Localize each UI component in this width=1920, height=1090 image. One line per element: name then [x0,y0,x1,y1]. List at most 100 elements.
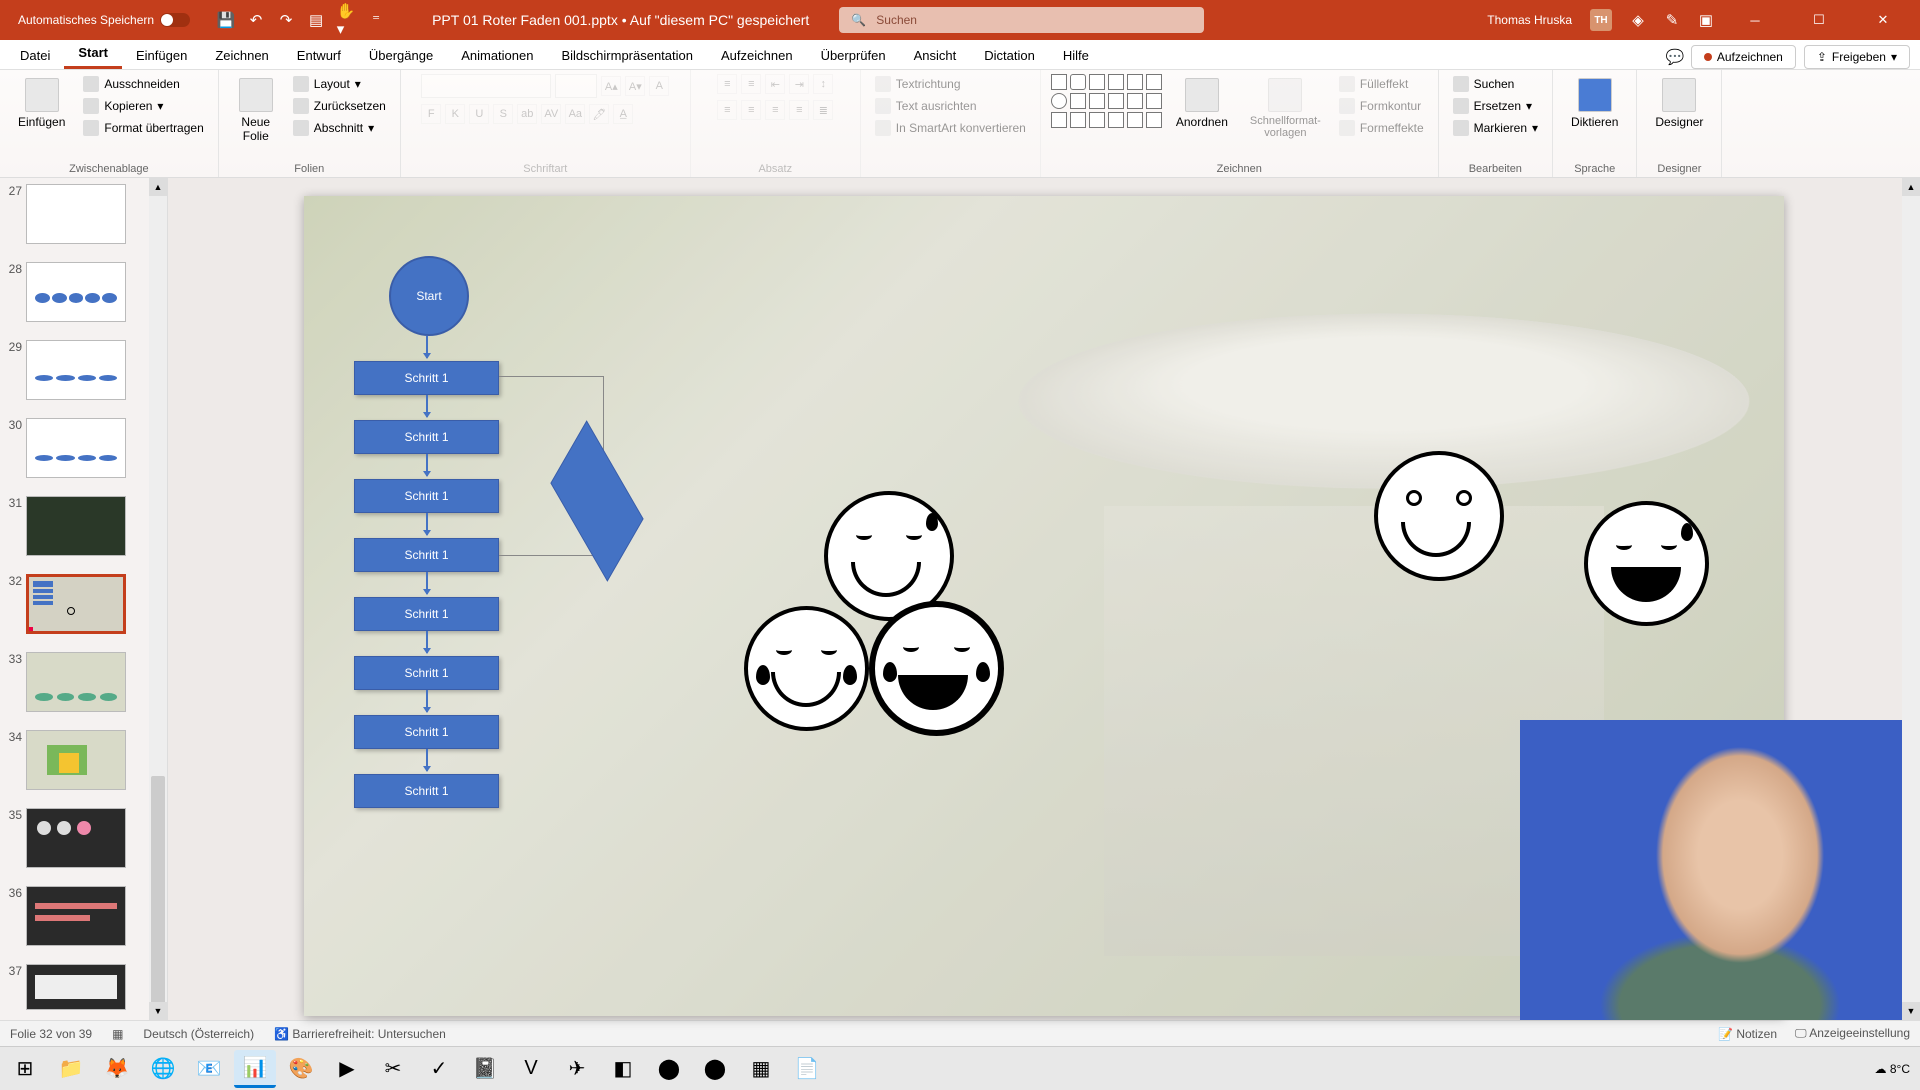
thumb-31[interactable] [26,496,126,556]
shape-textbox[interactable] [1089,74,1105,90]
display-settings-button[interactable]: 🖵 Anzeigeeinstellung [1795,1026,1910,1041]
language-indicator[interactable]: Deutsch (Österreich) [143,1027,254,1041]
select-button[interactable]: Markieren▾ [1449,118,1542,138]
thumb-36[interactable] [26,886,126,946]
aufzeichnen-button[interactable]: Aufzeichnen [1691,45,1796,69]
font-color-button[interactable]: A̲ [613,104,633,124]
user-name[interactable]: Thomas Hruska [1487,13,1572,27]
telegram-icon[interactable]: ✈ [556,1050,598,1088]
tab-animationen[interactable]: Animationen [447,42,547,69]
pen-icon[interactable]: ✎ [1664,12,1680,28]
numbering-button[interactable]: ≡ [741,74,761,94]
thumb-27[interactable] [26,184,126,244]
designer-button[interactable]: Designer [1647,74,1711,133]
touch-icon[interactable]: ✋▾ [338,12,354,28]
shape-brace2[interactable] [1127,112,1143,128]
step-4[interactable]: Schritt 1 [354,538,499,572]
italic-button[interactable]: K [445,104,465,124]
shape-more2[interactable] [1146,112,1162,128]
highlight-button[interactable]: 🖊 [589,104,609,124]
tab-dictation[interactable]: Dictation [970,42,1049,69]
connector-1[interactable] [426,336,428,358]
snipping-icon[interactable]: ✂ [372,1050,414,1088]
maximize-button[interactable]: ☐ [1796,0,1842,40]
connector-4[interactable] [426,513,428,535]
replace-button[interactable]: Ersetzen▾ [1449,96,1542,116]
decrease-font-button[interactable]: A▾ [625,76,645,96]
reset-button[interactable]: Zurücksetzen [289,96,390,116]
tab-ansicht[interactable]: Ansicht [900,42,971,69]
tab-hilfe[interactable]: Hilfe [1049,42,1103,69]
thumb-scroll-up[interactable]: ▲ [149,178,167,196]
columns-button[interactable]: ≣ [813,100,833,120]
step-8[interactable]: Schritt 1 [354,774,499,808]
tab-uberprufen[interactable]: Überprüfen [807,42,900,69]
notes-button[interactable]: 📝 Notizen [1718,1027,1777,1041]
strike-button[interactable]: S [493,104,513,124]
onenote-icon[interactable]: 📓 [464,1050,506,1088]
tab-zeichnen[interactable]: Zeichnen [201,42,282,69]
shape-rect[interactable] [1051,74,1067,90]
slide-thumbnail-panel[interactable]: ▲ ▼ 27 28 29 30 31 32 33 34 35 36 37 [0,178,168,1020]
outlook-icon[interactable]: 📧 [188,1050,230,1088]
shape-line2[interactable] [1127,74,1143,90]
tab-einfuegen[interactable]: Einfügen [122,42,201,69]
shape-tri[interactable] [1070,93,1086,109]
slide-counter[interactable]: Folie 32 von 39 [10,1027,92,1041]
todoist-icon[interactable]: ✓ [418,1050,460,1088]
step-3[interactable]: Schritt 1 [354,479,499,513]
thumb-scroll-down[interactable]: ▼ [149,1002,167,1020]
paste-button[interactable]: Einfügen [10,74,73,133]
cut-button[interactable]: Ausschneiden [79,74,207,94]
app-icon-2[interactable]: ⬤ [694,1050,736,1088]
font-family-input[interactable] [421,74,551,98]
file-explorer-icon[interactable]: 📁 [50,1050,92,1088]
section-button[interactable]: Abschnitt▾ [289,118,390,138]
step-5[interactable]: Schritt 1 [354,597,499,631]
thumb-35[interactable] [26,808,126,868]
shape-line[interactable] [1108,74,1124,90]
flowchart-start[interactable]: Start [389,256,469,336]
line-spacing-button[interactable]: ↕ [813,74,833,94]
tab-aufzeichnen[interactable]: Aufzeichnen [707,42,807,69]
shadow-button[interactable]: ab [517,104,537,124]
presentation-views-icon[interactable]: ▦ [112,1027,123,1041]
bold-button[interactable]: F [421,104,441,124]
align-center-button[interactable]: ≡ [741,100,761,120]
powerpoint-icon[interactable]: 📊 [234,1050,276,1088]
text-direction-button[interactable]: Textrichtung [871,74,1030,94]
step-7[interactable]: Schritt 1 [354,715,499,749]
emoji-laugh-cry-2[interactable] [869,601,1004,736]
thumb-29[interactable] [26,340,126,400]
outline-button[interactable]: Formkontur [1335,96,1428,116]
thumb-30[interactable] [26,418,126,478]
save-icon[interactable]: 💾 [218,12,234,28]
tab-bildschirm[interactable]: Bildschirmpräsentation [547,42,707,69]
slide-canvas-area[interactable]: Start Schritt 1 Schritt 1 Schritt 1 Schr… [168,178,1920,1020]
visio-icon[interactable]: V [510,1050,552,1088]
app-icon-3[interactable]: 📄 [786,1050,828,1088]
font-size-input[interactable] [555,74,597,98]
shape-conn1[interactable] [1070,112,1086,128]
search-box[interactable]: 🔍 Suchen [839,7,1204,33]
thumb-28[interactable] [26,262,126,322]
effects-button[interactable]: Formeffekte [1335,118,1428,138]
fill-button[interactable]: Fülleffekt [1335,74,1428,94]
shape-arrow[interactable] [1089,93,1105,109]
align-right-button[interactable]: ≡ [765,100,785,120]
format-painter-button[interactable]: Format übertragen [79,118,207,138]
freigeben-button[interactable]: ⇪Freigeben▾ [1804,45,1910,69]
shape-rrect[interactable] [1070,74,1086,90]
emoji-laugh-cry-1[interactable] [744,606,869,731]
undo-icon[interactable]: ↶ [248,12,264,28]
copy-button[interactable]: Kopieren▾ [79,96,207,116]
thumb-scroll-thumb[interactable] [151,776,165,1020]
minimize-button[interactable]: ─ [1732,0,1778,40]
canvas-scroll-up[interactable]: ▲ [1902,178,1920,196]
zoom-icon[interactable]: ▦ [740,1050,782,1088]
start-menu-button[interactable]: ⊞ [4,1050,46,1088]
indent-button[interactable]: ⇥ [789,74,809,94]
tab-ubergange[interactable]: Übergänge [355,42,447,69]
tab-entwurf[interactable]: Entwurf [283,42,355,69]
shape-line3[interactable] [1146,74,1162,90]
